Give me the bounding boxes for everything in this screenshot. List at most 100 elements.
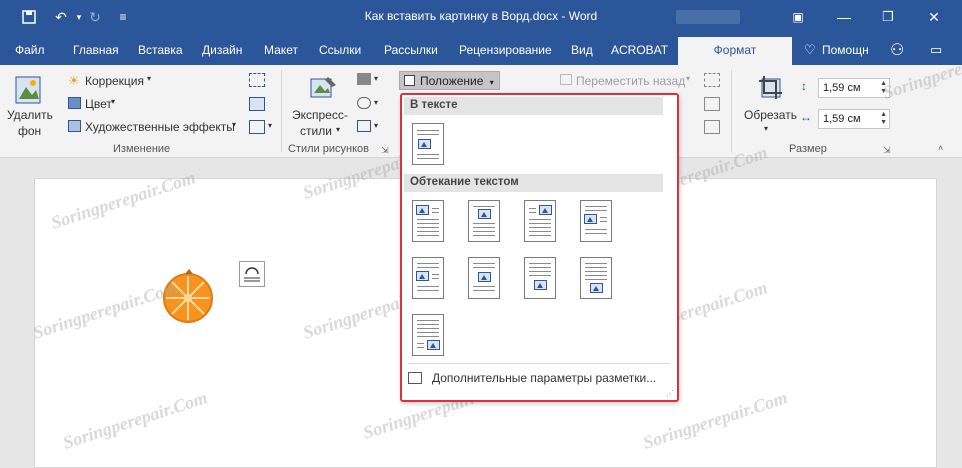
group-separator bbox=[281, 70, 282, 152]
width-input[interactable]: 1,59 см ▲ ▼ bbox=[818, 109, 890, 129]
share-icon[interactable]: ⚇ bbox=[890, 40, 904, 60]
correction-dropdown-icon[interactable]: ▾ bbox=[147, 74, 151, 83]
wrap-middle-left-option[interactable] bbox=[580, 200, 612, 242]
position-label: Положение bbox=[420, 74, 484, 88]
artistic-dropdown-icon[interactable]: ▾ bbox=[232, 120, 236, 129]
picture-icon bbox=[427, 340, 440, 350]
tab-references[interactable]: Ссылки bbox=[319, 43, 361, 57]
menu-section-in-text: В тексте bbox=[404, 97, 663, 115]
wrap-top-right-option[interactable] bbox=[524, 200, 556, 242]
picture-icon bbox=[478, 209, 491, 219]
correction-button[interactable]: Коррекция bbox=[85, 74, 144, 88]
artistic-effects-icon bbox=[68, 120, 81, 132]
picture-effects-icon[interactable] bbox=[357, 97, 371, 109]
picture-icon bbox=[416, 205, 429, 215]
height-input[interactable]: 1,59 см ▲ ▼ bbox=[818, 78, 890, 98]
align-icon[interactable] bbox=[704, 73, 720, 87]
crop-button[interactable]: Обрезать bbox=[744, 108, 797, 122]
crop-icon[interactable] bbox=[756, 73, 784, 106]
color-icon bbox=[68, 97, 81, 109]
width-icon: ↔ bbox=[800, 110, 812, 124]
more-layout-options-item[interactable]: Дополнительные параметры разметки... bbox=[432, 371, 656, 385]
menu-separator bbox=[408, 363, 670, 364]
picture-icon bbox=[584, 214, 597, 224]
remove-background-label-1[interactable]: Удалить bbox=[7, 108, 53, 122]
title-bar: ↶ ▾ ↻ ≡ Как вставить картинку в Ворд.doc… bbox=[0, 0, 962, 34]
ribbon-tabs: Файл Главная Вставка Дизайн Макет Ссылки… bbox=[0, 34, 962, 65]
tab-home[interactable]: Главная bbox=[73, 43, 119, 57]
color-button[interactable]: Цвет bbox=[85, 97, 112, 111]
picture-icon bbox=[590, 283, 603, 293]
layout-options-dialog-icon bbox=[408, 372, 422, 384]
send-backward-dropdown-icon[interactable]: ▾ bbox=[686, 74, 690, 83]
layout-options-icon[interactable] bbox=[239, 261, 265, 287]
group-objects-icon[interactable] bbox=[704, 97, 720, 111]
tab-view[interactable]: Вид bbox=[571, 43, 593, 57]
tab-review[interactable]: Рецензирование bbox=[459, 43, 552, 57]
group-change-label: Изменение bbox=[113, 143, 171, 155]
close-icon[interactable]: ✕ bbox=[914, 0, 954, 34]
tell-me-label[interactable]: Помощн bbox=[822, 43, 869, 57]
picture-icon bbox=[416, 271, 429, 281]
border-dropdown-icon[interactable]: ▾ bbox=[374, 74, 378, 83]
crop-dropdown-icon[interactable]: ▾ bbox=[764, 124, 768, 133]
restore-icon[interactable]: ❐ bbox=[868, 0, 908, 34]
width-spinner-icon[interactable]: ▲ ▼ bbox=[880, 111, 887, 127]
sun-icon: ☀ bbox=[68, 73, 80, 88]
height-value: 1,59 см bbox=[823, 82, 861, 94]
group-size-label: Размер bbox=[789, 143, 827, 155]
quick-styles-label-2[interactable]: стили bbox=[300, 124, 332, 138]
color-dropdown-icon[interactable]: ▾ bbox=[111, 97, 115, 106]
wrap-top-center-option[interactable] bbox=[468, 200, 500, 242]
ribbon-options-icon[interactable]: ▣ bbox=[778, 0, 818, 34]
picture-border-icon[interactable] bbox=[357, 73, 371, 85]
remove-background-label-2[interactable]: фон bbox=[18, 124, 41, 138]
quick-styles-dropdown-icon[interactable]: ▾ bbox=[336, 125, 340, 134]
position-dropdown-menu: В тексте Обтекание текстом Дополнительны… bbox=[400, 93, 679, 402]
wrap-bottom-right-option[interactable] bbox=[412, 314, 444, 356]
tab-insert[interactable]: Вставка bbox=[138, 43, 183, 57]
wrap-middle-right-option[interactable] bbox=[524, 257, 556, 299]
wrap-bottom-left-option[interactable] bbox=[580, 257, 612, 299]
wrap-top-left-option[interactable] bbox=[412, 200, 444, 242]
resize-grip-icon[interactable]: ⋰ bbox=[666, 389, 674, 398]
position-icon bbox=[404, 75, 415, 86]
quick-styles-icon[interactable] bbox=[308, 73, 338, 106]
position-dropdown-icon: ▾ bbox=[489, 78, 494, 87]
change-picture-icon[interactable] bbox=[249, 97, 265, 111]
in-line-with-text-option[interactable] bbox=[412, 123, 444, 165]
picture-layout-icon[interactable] bbox=[357, 120, 371, 132]
reset-dropdown-icon[interactable]: ▾ bbox=[268, 121, 272, 130]
blurred-user-area bbox=[676, 10, 740, 24]
minimize-icon[interactable]: — bbox=[824, 0, 864, 34]
layout-dropdown-icon[interactable]: ▾ bbox=[374, 121, 378, 130]
collapse-ribbon-icon[interactable]: ˄ bbox=[938, 143, 943, 153]
picture-icon bbox=[539, 205, 552, 215]
quick-styles-label-1[interactable]: Экспресс- bbox=[292, 108, 348, 122]
position-button[interactable]: Положение ▾ bbox=[399, 71, 500, 90]
tab-file[interactable]: Файл bbox=[15, 43, 45, 57]
height-icon: ↕ bbox=[801, 79, 807, 93]
send-backward-icon bbox=[560, 74, 572, 85]
send-backward-button[interactable]: Переместить назад bbox=[576, 74, 685, 88]
comments-icon[interactable]: ▭ bbox=[930, 42, 942, 58]
tab-format[interactable]: Формат bbox=[678, 37, 792, 65]
picture-icon bbox=[534, 280, 547, 290]
artistic-effects-button[interactable]: Художественные эффекты bbox=[85, 120, 235, 134]
size-launcher-icon[interactable]: ⇲ bbox=[883, 145, 891, 156]
compress-pictures-icon[interactable] bbox=[249, 73, 265, 87]
effects-dropdown-icon[interactable]: ▾ bbox=[374, 98, 378, 107]
rotate-icon[interactable] bbox=[704, 120, 720, 134]
tab-design[interactable]: Дизайн bbox=[202, 43, 242, 57]
lightbulb-icon[interactable]: ♡ bbox=[804, 42, 816, 58]
remove-background-icon[interactable] bbox=[14, 75, 42, 108]
wrap-middle-option[interactable] bbox=[468, 257, 500, 299]
reset-picture-icon[interactable] bbox=[249, 120, 265, 134]
tab-acrobat[interactable]: ACROBAT bbox=[611, 43, 668, 57]
wrap-middle-center-option[interactable] bbox=[412, 257, 444, 299]
tab-mailings[interactable]: Рассылки bbox=[384, 43, 438, 57]
menu-section-wrap: Обтекание текстом bbox=[404, 174, 663, 192]
width-value: 1,59 см bbox=[823, 113, 861, 125]
group-separator bbox=[731, 70, 732, 152]
tab-layout[interactable]: Макет bbox=[264, 43, 298, 57]
